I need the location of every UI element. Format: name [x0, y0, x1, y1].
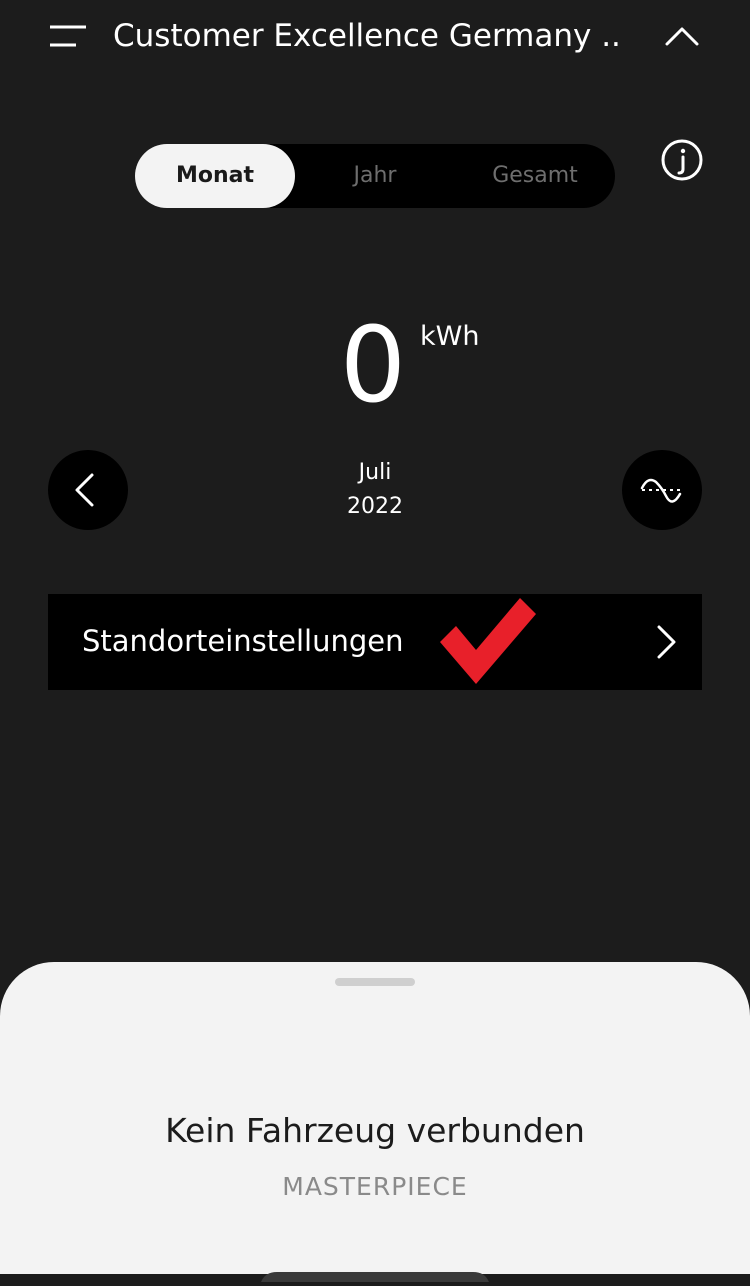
location-settings-label: Standorteinstellungen [82, 624, 404, 658]
bottom-sheet: Kein Fahrzeug verbunden MASTERPIECE [0, 962, 750, 1282]
vehicle-status-title: Kein Fahrzeug verbunden [165, 1111, 585, 1150]
tab-jahr[interactable]: Jahr [295, 144, 455, 208]
checkmark-icon [436, 596, 540, 688]
chevron-up-icon[interactable] [660, 18, 704, 54]
period-segmented-control: Monat Jahr Gesamt [135, 144, 615, 208]
period-month: Juli [358, 460, 392, 485]
period-label: Juli 2022 [275, 456, 475, 524]
compare-curve-icon [640, 478, 682, 503]
tab-monat[interactable]: Monat [135, 144, 295, 208]
menu-icon[interactable] [50, 24, 86, 48]
previous-period-button[interactable] [48, 450, 128, 530]
compare-button[interactable] [622, 450, 702, 530]
period-year: 2022 [347, 494, 403, 519]
tab-gesamt[interactable]: Gesamt [455, 144, 615, 208]
sheet-drag-handle[interactable] [335, 978, 415, 986]
energy-unit: kWh [420, 321, 480, 352]
location-settings-row[interactable]: Standorteinstellungen [48, 594, 702, 690]
chevron-left-icon [75, 473, 94, 507]
charger-image [255, 1267, 495, 1282]
charger-name: MASTERPIECE [282, 1172, 468, 1201]
app-header: Customer Excellence Germany ... [0, 0, 750, 76]
chevron-right-icon [648, 622, 682, 662]
info-icon[interactable] [660, 138, 704, 182]
site-title: Customer Excellence Germany ... [113, 18, 623, 54]
